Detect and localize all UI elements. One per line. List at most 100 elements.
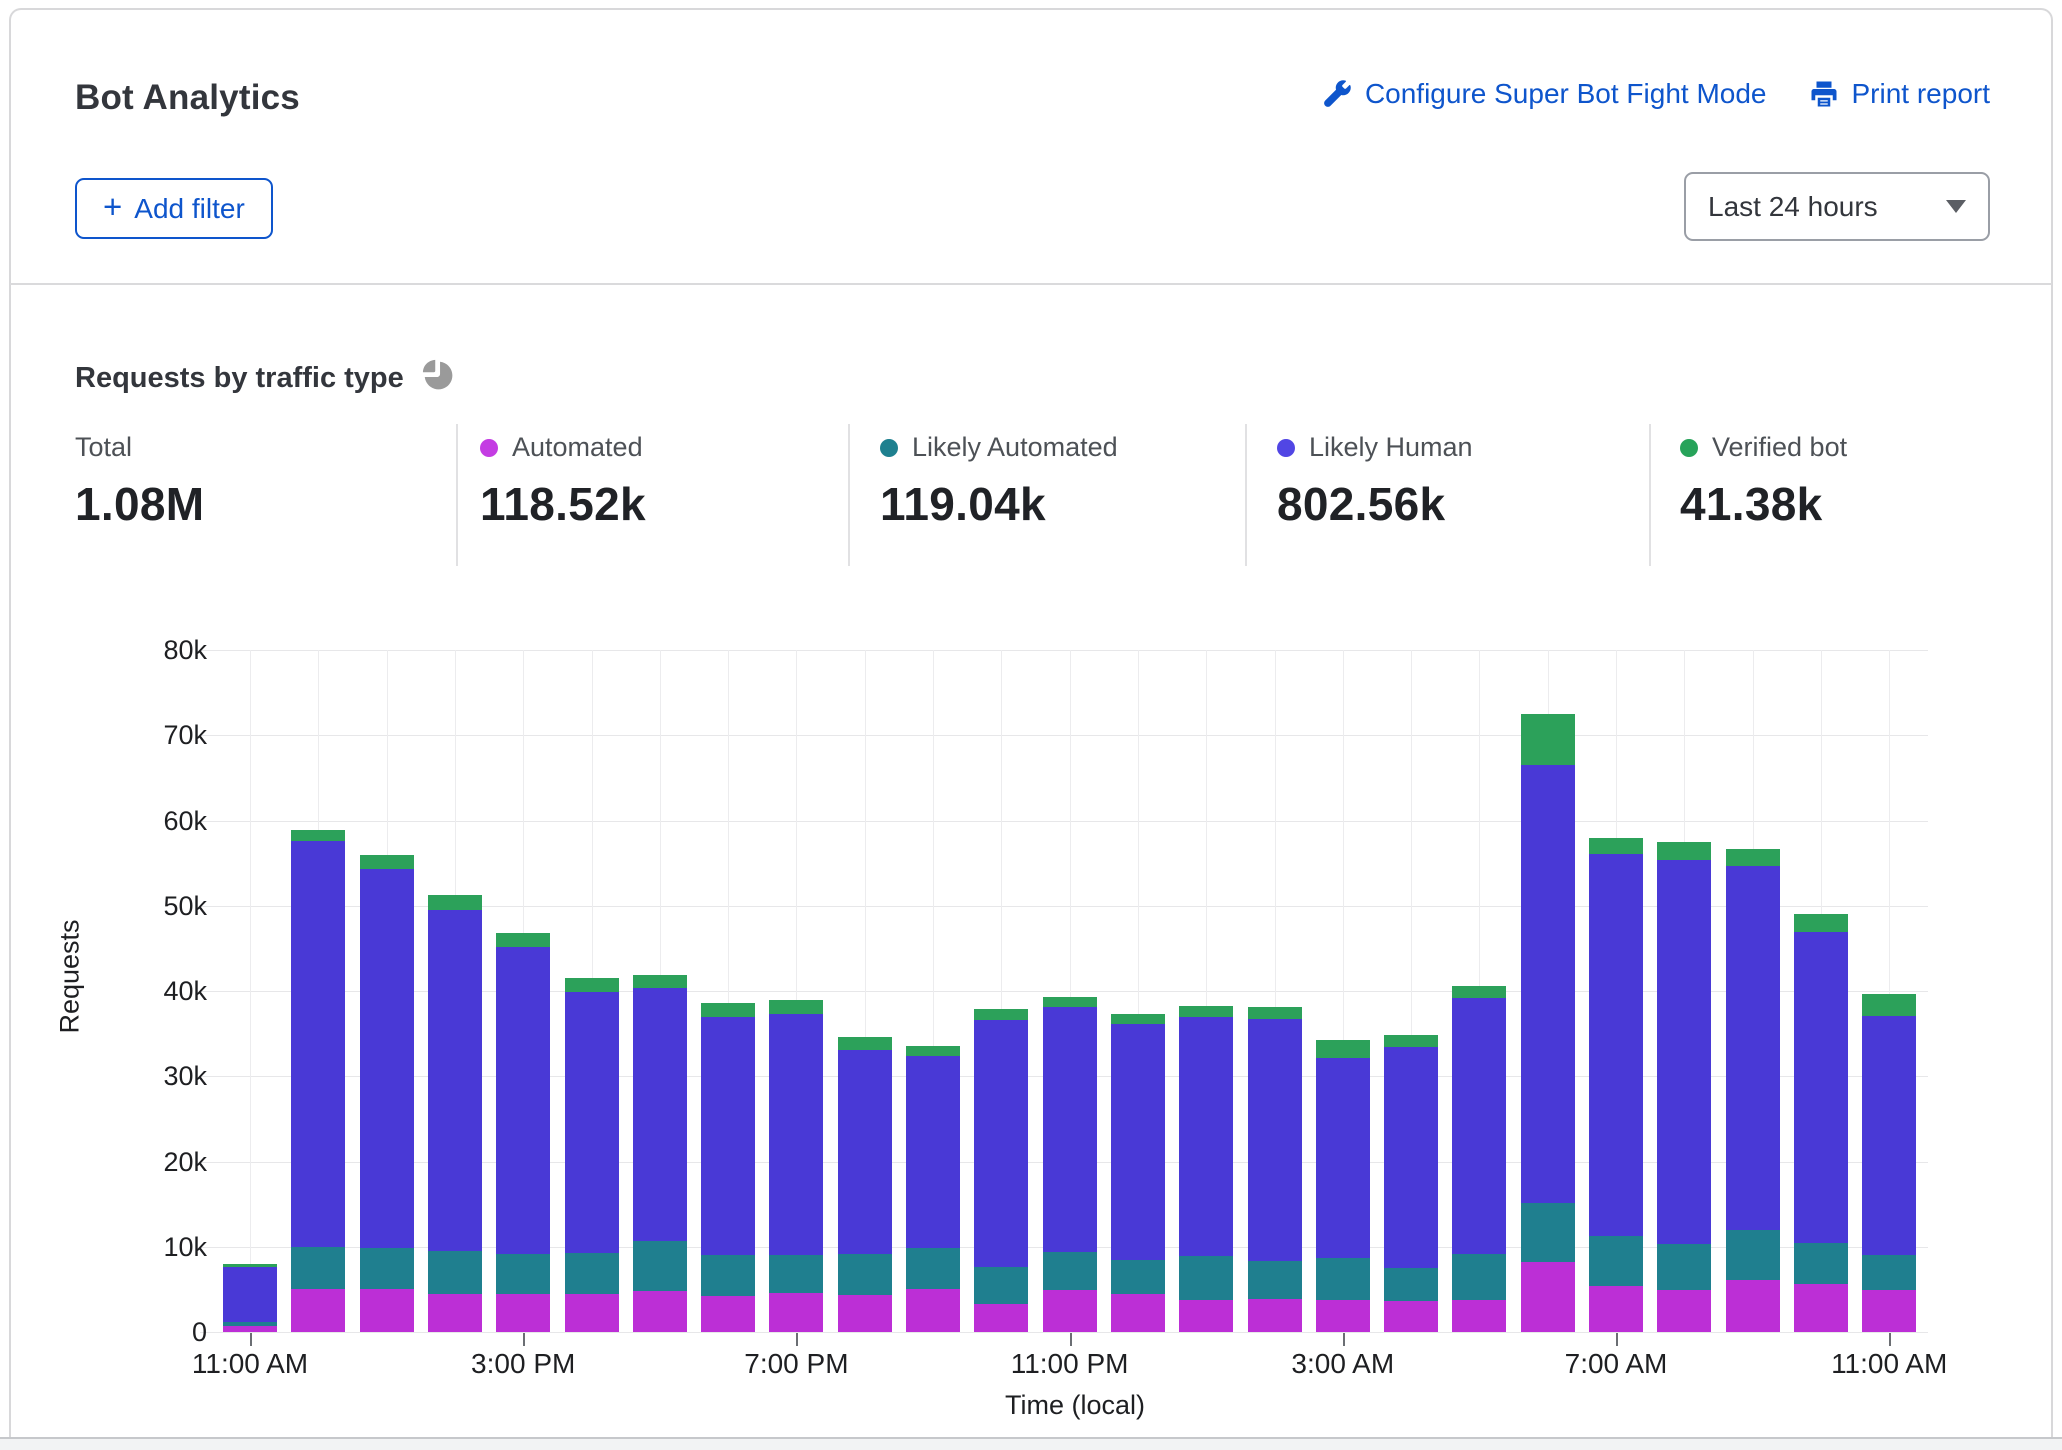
bar-segment-automated bbox=[565, 1294, 619, 1332]
bar-column-300am[interactable] bbox=[1316, 1040, 1370, 1332]
bar-segment-verified-bot bbox=[838, 1037, 892, 1050]
x-tick-mark bbox=[1343, 1333, 1345, 1346]
bar-segment-likely-human bbox=[1111, 1024, 1165, 1259]
stat-likely-human-label: Likely Human bbox=[1309, 432, 1473, 463]
stat-total: Total 1.08M bbox=[75, 432, 204, 531]
bar-segment-likely-human bbox=[223, 1267, 277, 1322]
bar-segment-verified-bot bbox=[1384, 1035, 1438, 1048]
bar-segment-verified-bot bbox=[1521, 714, 1575, 765]
bar-segment-automated bbox=[496, 1294, 550, 1332]
bar-segment-likely-automated bbox=[1794, 1243, 1848, 1284]
bar-column-400pm[interactable] bbox=[565, 978, 619, 1332]
stat-automated-value: 118.52k bbox=[480, 477, 646, 531]
x-tick-mark bbox=[1889, 1333, 1891, 1346]
time-range-value: Last 24 hours bbox=[1708, 191, 1878, 223]
bar-segment-verified-bot bbox=[1179, 1006, 1233, 1017]
bar-segment-automated bbox=[838, 1295, 892, 1332]
x-tick-mark bbox=[1616, 1333, 1618, 1346]
bar-segment-likely-automated bbox=[1043, 1252, 1097, 1290]
bar-column-1100pm[interactable] bbox=[1043, 997, 1097, 1332]
time-range-select[interactable]: Last 24 hours bbox=[1684, 172, 1990, 241]
bar-column-600pm[interactable] bbox=[701, 1003, 755, 1332]
bar-column-500pm[interactable] bbox=[633, 975, 687, 1332]
add-filter-button[interactable]: + Add filter bbox=[75, 178, 273, 239]
y-tick-label: 20k bbox=[100, 1145, 207, 1179]
bar-column-200am[interactable] bbox=[1248, 1007, 1302, 1332]
y-tick-label: 50k bbox=[100, 889, 207, 923]
configure-super-bot-fight-mode-link[interactable]: Configure Super Bot Fight Mode bbox=[1322, 78, 1767, 110]
bar-column-200pm[interactable] bbox=[428, 895, 482, 1332]
x-tick-label: 7:00 PM bbox=[686, 1348, 906, 1380]
bar-column-100am[interactable] bbox=[1179, 1006, 1233, 1332]
bar-segment-likely-human bbox=[974, 1020, 1028, 1267]
bar-segment-automated bbox=[1589, 1286, 1643, 1332]
stat-divider bbox=[1245, 424, 1247, 566]
bar-segment-verified-bot bbox=[974, 1009, 1028, 1020]
bar-segment-likely-human bbox=[1179, 1017, 1233, 1256]
bar-column-300pm[interactable] bbox=[496, 933, 550, 1332]
bar-segment-verified-bot bbox=[1726, 849, 1780, 866]
h-gridline bbox=[200, 1332, 1928, 1333]
bar-column-1100am[interactable] bbox=[223, 1264, 277, 1332]
bar-segment-verified-bot bbox=[701, 1003, 755, 1017]
bar-segment-automated bbox=[291, 1289, 345, 1332]
bar-segment-likely-automated bbox=[360, 1248, 414, 1290]
bar-column-700am[interactable] bbox=[1589, 838, 1643, 1332]
bar-segment-verified-bot bbox=[769, 1000, 823, 1014]
bar-segment-likely-automated bbox=[1657, 1244, 1711, 1290]
bar-segment-likely-automated bbox=[1111, 1260, 1165, 1294]
bar-column-100pm[interactable] bbox=[360, 855, 414, 1332]
bar-column-1100am[interactable] bbox=[1862, 994, 1916, 1332]
bar-segment-likely-automated bbox=[1726, 1230, 1780, 1280]
printer-icon bbox=[1809, 79, 1839, 109]
print-link-label: Print report bbox=[1852, 78, 1991, 110]
v-gridline bbox=[250, 650, 251, 1332]
bar-segment-likely-automated bbox=[1521, 1203, 1575, 1262]
pie-chart-icon bbox=[420, 357, 457, 399]
bar-segment-verified-bot bbox=[1248, 1007, 1302, 1019]
bar-segment-likely-human bbox=[1589, 854, 1643, 1236]
stat-likely-human: Likely Human 802.56k bbox=[1277, 432, 1473, 531]
bar-segment-verified-bot bbox=[1111, 1014, 1165, 1024]
add-filter-label: Add filter bbox=[134, 193, 245, 225]
bar-segment-automated bbox=[1726, 1280, 1780, 1332]
configure-link-label: Configure Super Bot Fight Mode bbox=[1365, 78, 1767, 110]
bar-segment-likely-automated bbox=[701, 1255, 755, 1296]
bar-segment-verified-bot bbox=[360, 855, 414, 869]
stat-automated: Automated 118.52k bbox=[480, 432, 646, 531]
bar-column-900pm[interactable] bbox=[906, 1046, 960, 1332]
bar-segment-verified-bot bbox=[1316, 1040, 1370, 1057]
bar-column-1000pm[interactable] bbox=[974, 1009, 1028, 1332]
bar-column-700pm[interactable] bbox=[769, 1000, 823, 1332]
bar-segment-automated bbox=[1452, 1300, 1506, 1332]
bar-column-1000am[interactable] bbox=[1794, 914, 1848, 1332]
bar-segment-verified-bot bbox=[1657, 842, 1711, 860]
bar-column-400am[interactable] bbox=[1384, 1035, 1438, 1333]
bar-segment-likely-automated bbox=[906, 1248, 960, 1289]
stat-likely-automated-value: 119.04k bbox=[880, 477, 1118, 531]
bar-segment-automated bbox=[1316, 1300, 1370, 1332]
bar-column-1200pm[interactable] bbox=[291, 830, 345, 1332]
bar-column-900am[interactable] bbox=[1726, 849, 1780, 1332]
bar-segment-automated bbox=[1043, 1290, 1097, 1332]
bar-segment-automated bbox=[906, 1289, 960, 1332]
likely-human-legend-dot bbox=[1277, 439, 1295, 457]
bar-segment-likely-automated bbox=[428, 1251, 482, 1294]
bar-segment-likely-human bbox=[291, 841, 345, 1247]
bar-column-500am[interactable] bbox=[1452, 986, 1506, 1332]
bar-segment-automated bbox=[1179, 1300, 1233, 1332]
bar-column-800am[interactable] bbox=[1657, 842, 1711, 1332]
x-tick-mark bbox=[250, 1333, 252, 1346]
stat-divider bbox=[1649, 424, 1651, 566]
bar-segment-verified-bot bbox=[1589, 838, 1643, 854]
verified-bot-legend-dot bbox=[1680, 439, 1698, 457]
bar-segment-automated bbox=[428, 1294, 482, 1332]
x-tick-label: 11:00 PM bbox=[960, 1348, 1180, 1380]
h-gridline bbox=[200, 735, 1928, 736]
x-tick-label: 3:00 AM bbox=[1233, 1348, 1453, 1380]
bar-column-600am[interactable] bbox=[1521, 714, 1575, 1332]
header-divider bbox=[10, 283, 2052, 285]
bar-column-1200am[interactable] bbox=[1111, 1014, 1165, 1332]
print-report-link[interactable]: Print report bbox=[1809, 78, 1991, 110]
bar-column-800pm[interactable] bbox=[838, 1037, 892, 1332]
